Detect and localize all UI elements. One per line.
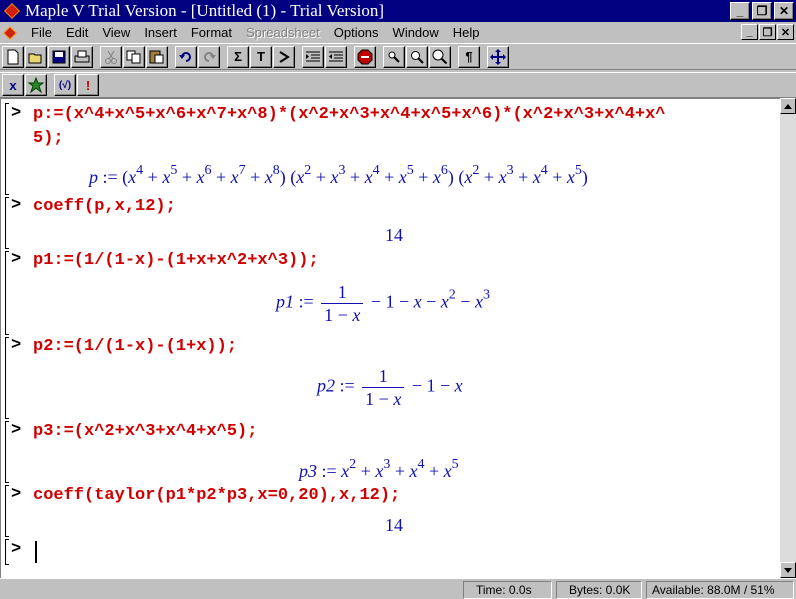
- redo-icon[interactable]: [198, 45, 220, 68]
- execution-group-bracket[interactable]: [5, 485, 9, 537]
- paragraph-icon[interactable]: ¶: [458, 45, 480, 68]
- doc-restore-button[interactable]: ❐: [759, 24, 776, 40]
- indent-icon[interactable]: [302, 45, 324, 68]
- zoom-medium-icon[interactable]: [406, 45, 428, 68]
- prompt: >: [11, 196, 22, 215]
- menu-window[interactable]: Window: [386, 25, 446, 40]
- prompt: >: [11, 485, 22, 504]
- execution-group-bracket[interactable]: [5, 103, 9, 195]
- menu-format[interactable]: Format: [184, 25, 239, 40]
- text-icon[interactable]: T: [250, 45, 272, 68]
- prompt: >: [11, 104, 22, 123]
- input-line[interactable]: coeff(taylor(p1*p2*p3,x=0,20),x,12);: [33, 485, 400, 507]
- input-line[interactable]: p1:=(1/(1-x)-(1+x+x^2+x^3));: [33, 250, 319, 272]
- execute-glyph: !: [85, 77, 91, 93]
- doc-minimize-button[interactable]: _: [741, 24, 758, 40]
- status-bytes: Bytes: 0.0K: [556, 581, 642, 599]
- sigma-icon[interactable]: Σ: [227, 45, 249, 68]
- restore-button[interactable]: ❐: [752, 2, 772, 20]
- doc-close-button[interactable]: ✕: [777, 24, 794, 40]
- outdent-icon[interactable]: [325, 45, 347, 68]
- zoom-small-icon[interactable]: [383, 45, 405, 68]
- stop-icon[interactable]: [354, 45, 376, 68]
- context-toolbar: x (√) !: [0, 72, 796, 98]
- menu-bar: File Edit View Insert Format Spreadsheet…: [0, 22, 796, 43]
- paste-icon[interactable]: [146, 45, 168, 68]
- move-icon[interactable]: [487, 45, 509, 68]
- menu-help[interactable]: Help: [446, 25, 487, 40]
- math-output: p3 := x2 + x3 + x4 + x5: [299, 457, 459, 481]
- maple-leaf-icon[interactable]: [3, 2, 21, 20]
- prompt: >: [11, 421, 22, 440]
- scroll-up-button[interactable]: [780, 98, 796, 114]
- main-toolbar: Σ T ¶: [0, 43, 796, 70]
- close-button[interactable]: ✕: [774, 2, 794, 20]
- execution-group-bracket[interactable]: [5, 197, 9, 249]
- input-icon[interactable]: [273, 45, 295, 68]
- menu-view[interactable]: View: [95, 25, 137, 40]
- text-cursor: [35, 541, 37, 563]
- worksheet[interactable]: > p:=(x^4+x^5+x^6+x^7+x^8)*(x^2+x^3+x^4+…: [0, 98, 780, 578]
- undo-icon[interactable]: [175, 45, 197, 68]
- math-output: p1 := 11 − x − 1 − x − x2 − x3: [276, 282, 490, 325]
- sigma-glyph: Σ: [234, 49, 242, 64]
- menu-options[interactable]: Options: [327, 25, 386, 40]
- vertical-scrollbar[interactable]: [780, 98, 796, 578]
- prompt: >: [11, 250, 22, 269]
- input-line[interactable]: p3:=(x^2+x^3+x^4+x^5);: [33, 421, 257, 443]
- leaf-toggle-icon[interactable]: [25, 74, 47, 96]
- menu-file[interactable]: File: [24, 25, 59, 40]
- text-glyph: T: [257, 49, 265, 64]
- status-available: Available: 88.0M / 51%: [646, 581, 794, 599]
- execution-group-bracket[interactable]: [5, 337, 9, 419]
- menu-edit[interactable]: Edit: [59, 25, 95, 40]
- new-icon[interactable]: [2, 45, 24, 68]
- copy-icon[interactable]: [123, 45, 145, 68]
- menu-insert[interactable]: Insert: [137, 25, 184, 40]
- execution-group-bracket[interactable]: [5, 421, 9, 483]
- x-icon[interactable]: x: [2, 74, 24, 96]
- cut-icon[interactable]: [100, 45, 122, 68]
- execute-icon[interactable]: !: [77, 74, 99, 96]
- input-line-continued[interactable]: 5);: [33, 128, 64, 150]
- input-line[interactable]: p:=(x^4+x^5+x^6+x^7+x^8)*(x^2+x^3+x^4+x^…: [33, 104, 666, 126]
- scroll-down-button[interactable]: [780, 562, 796, 578]
- zoom-large-icon[interactable]: [429, 45, 451, 68]
- evaluate-glyph: (√): [58, 79, 72, 91]
- title-bar: Maple V Trial Version - [Untitled (1) - …: [0, 0, 796, 22]
- execution-group-bracket[interactable]: [5, 539, 9, 565]
- math-output: 14: [385, 225, 403, 245]
- math-output: p := (x4 + x5 + x6 + x7 + x8) (x2 + x3 +…: [89, 163, 588, 187]
- print-icon[interactable]: [71, 45, 93, 68]
- menu-spreadsheet: Spreadsheet: [246, 25, 320, 40]
- input-line[interactable]: p2:=(1/(1-x)-(1+x));: [33, 336, 237, 358]
- minimize-button[interactable]: _: [730, 2, 750, 20]
- status-bar: Time: 0.0s Bytes: 0.0K Available: 88.0M …: [0, 578, 796, 599]
- evaluate-icon[interactable]: (√): [54, 74, 76, 96]
- status-time: Time: 0.0s: [463, 581, 552, 599]
- prompt: >: [11, 336, 22, 355]
- input-line[interactable]: coeff(p,x,12);: [33, 196, 176, 218]
- execution-group-bracket[interactable]: [5, 251, 9, 335]
- x-glyph: x: [9, 77, 17, 93]
- open-icon[interactable]: [25, 45, 47, 68]
- save-icon[interactable]: [48, 45, 70, 68]
- window-title: Maple V Trial Version - [Untitled (1) - …: [25, 1, 385, 20]
- document-icon[interactable]: [2, 25, 18, 41]
- paragraph-glyph: ¶: [465, 49, 473, 64]
- math-output: p2 := 11 − x − 1 − x: [317, 366, 463, 409]
- math-output: 14: [385, 515, 403, 535]
- prompt: >: [11, 540, 22, 559]
